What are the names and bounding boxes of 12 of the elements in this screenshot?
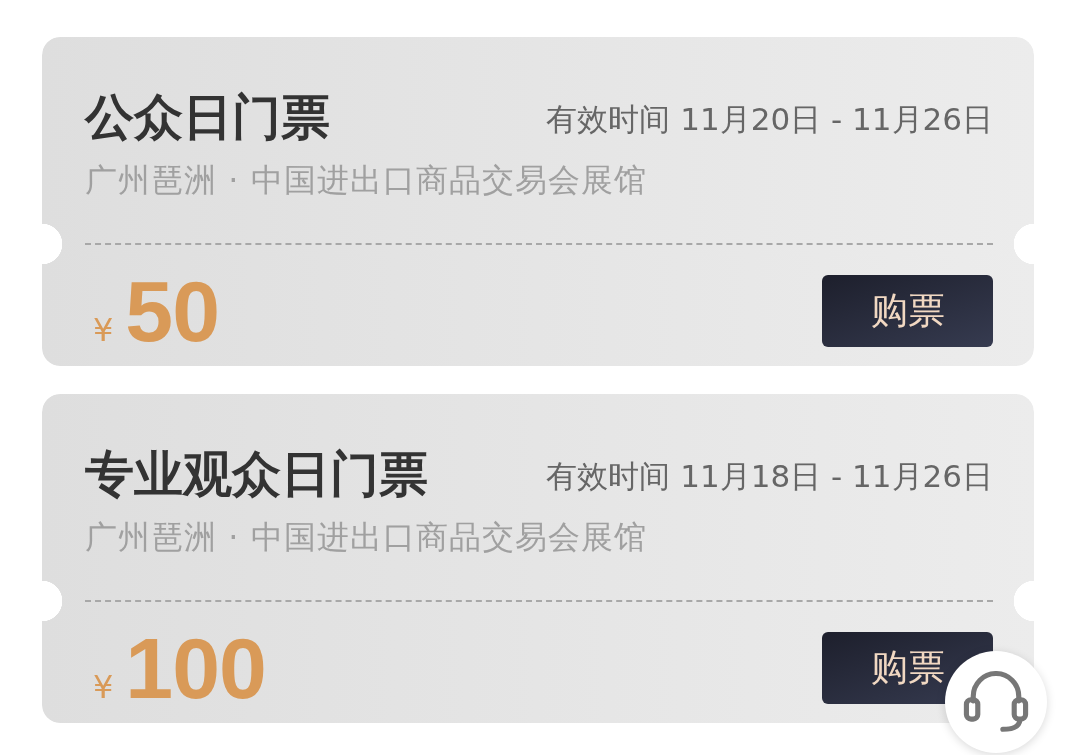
ticket-title: 专业观众日门票 [85, 445, 428, 505]
validity-period: 有效时间 11月18日 - 11月26日 [546, 457, 993, 496]
price-amount: 100 [125, 628, 266, 708]
currency-symbol: ¥ [93, 310, 114, 350]
venue-text: 广州琶洲 · 中国进出口商品交易会展馆 [85, 517, 647, 557]
currency-symbol: ¥ [93, 667, 114, 707]
headset-icon [963, 671, 1029, 733]
buy-button[interactable]: 购票 [822, 275, 993, 347]
price-amount: 50 [125, 271, 220, 351]
ticket-title: 公众日门票 [85, 88, 330, 148]
venue-text: 广州琶洲 · 中国进出口商品交易会展馆 [85, 160, 647, 200]
validity-period: 有效时间 11月20日 - 11月26日 [546, 100, 993, 139]
